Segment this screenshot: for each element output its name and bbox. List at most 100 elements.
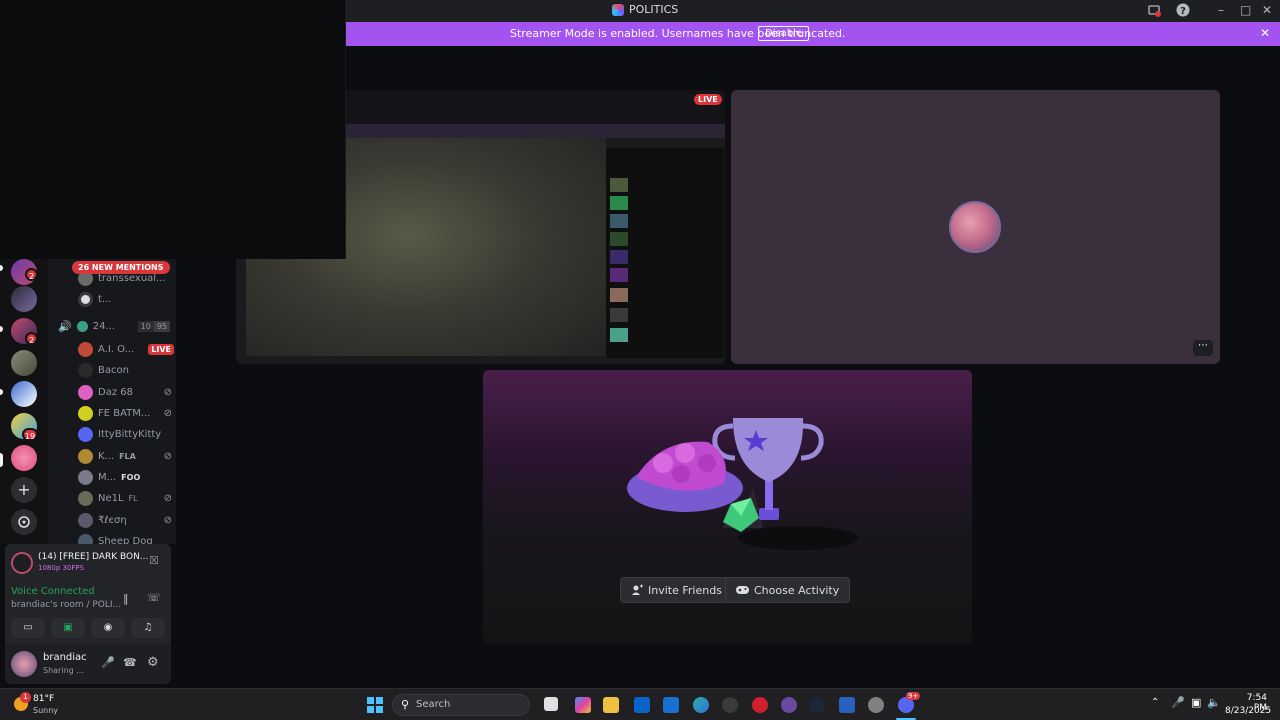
avatar — [78, 469, 93, 485]
voice-member[interactable]: Bacon — [78, 361, 174, 379]
avatar — [78, 291, 93, 307]
activity-button[interactable]: ◉ — [91, 618, 125, 638]
unread-indicator — [0, 326, 3, 332]
weather-temp[interactable]: 81°F — [33, 694, 54, 704]
more-options-icon[interactable]: ⋯ — [1193, 340, 1213, 356]
windows-start-icon[interactable] — [367, 697, 383, 713]
headphones-icon[interactable]: ☎ — [123, 656, 137, 669]
invite-friends-button[interactable]: Invite Friends — [620, 577, 733, 603]
participant-avatar — [949, 201, 1001, 253]
server-badge: 2 — [25, 332, 38, 345]
search-box[interactable]: ⚲ Search — [392, 694, 530, 716]
copilot-icon[interactable] — [575, 697, 591, 713]
avatar — [78, 384, 93, 400]
voice-member[interactable]: M... FOO — [78, 468, 174, 486]
choose-activity-label: Choose Activity — [754, 583, 840, 597]
search-icon: ⚲ — [401, 698, 410, 711]
avatar — [78, 405, 93, 421]
app-icon[interactable] — [781, 697, 797, 713]
minimize-button[interactable]: – — [1218, 3, 1224, 17]
microphone-icon[interactable]: 🎤 — [101, 656, 115, 669]
network-icon[interactable]: ▣ — [1191, 696, 1201, 709]
stream-title[interactable]: (14) [FREE] DARK BON... — [38, 552, 148, 562]
deafened-icon: ⊘ — [163, 386, 172, 398]
avatar — [78, 426, 93, 442]
disconnect-icon[interactable]: ☏ — [147, 591, 161, 604]
avatar — [78, 512, 93, 528]
banner-close-icon[interactable]: ✕ — [1260, 26, 1270, 40]
voice-member[interactable]: ₹ℓєση ⊘ — [78, 511, 174, 529]
voice-channel[interactable]: 🔊 24... 10 95 — [58, 317, 170, 335]
avatar — [78, 533, 93, 544]
gamepad-icon — [736, 586, 749, 594]
deafened-icon: ⊘ — [163, 450, 172, 462]
server-icon[interactable] — [11, 286, 37, 312]
stream-avatar — [11, 552, 33, 574]
discover-icon[interactable] — [11, 509, 37, 535]
maximize-button[interactable]: □ — [1240, 3, 1251, 17]
noise-suppression-icon[interactable]: ‖ — [123, 592, 129, 605]
voice-member[interactable]: K... FLA ⊘ — [78, 447, 174, 465]
window-title: POLITICS — [612, 3, 678, 16]
task-view-icon[interactable] — [544, 697, 558, 711]
volume-icon[interactable]: 🔈 — [1207, 696, 1221, 709]
invite-person-icon — [632, 584, 643, 595]
streamer-mode-banner: Streamer Mode is enabled. Usernames have… — [346, 22, 1280, 46]
voice-member[interactable]: IttyBittyKitty — [78, 425, 174, 443]
voice-connected-label[interactable]: Voice Connected — [11, 586, 95, 597]
camera-off-button[interactable]: ▭ — [11, 618, 45, 638]
screen-share-button[interactable]: ▣ — [51, 618, 85, 638]
user-bar: brandiac Sharing ... 🎤 ☎ ⚙ — [5, 644, 171, 684]
activity-tile: Invite Friends Choose Activity — [483, 370, 972, 644]
close-window-button[interactable]: ✕ — [1262, 3, 1272, 17]
weather-badge: 1 — [20, 692, 31, 703]
soundboard-button[interactable]: ♫ — [131, 618, 165, 638]
svg-text:?: ? — [1180, 6, 1186, 17]
speaker-icon: 🔊 — [58, 319, 72, 333]
voice-member[interactable]: A.I. O... LIVE — [78, 340, 174, 358]
weather-desc: Sunny — [33, 706, 59, 715]
username[interactable]: brandiac — [43, 652, 87, 663]
channel-list: transsexual... 26 NEW MENTIONS t... 🔊 24… — [48, 259, 176, 544]
new-mentions-pill[interactable]: 26 NEW MENTIONS — [72, 261, 170, 274]
help-icon[interactable]: ? — [1176, 3, 1190, 17]
list-item[interactable]: t... — [78, 290, 174, 308]
voice-member[interactable]: FE BATM... ⊘ — [78, 404, 174, 422]
avatar — [78, 490, 93, 506]
server-icon[interactable] — [11, 350, 37, 376]
deafened-icon: ⊘ — [163, 492, 172, 504]
avatar[interactable] — [11, 651, 37, 677]
window-title-text: POLITICS — [629, 3, 679, 16]
privacy-overlay — [0, 0, 346, 259]
file-explorer-icon[interactable] — [603, 697, 619, 713]
edge-icon[interactable] — [693, 697, 709, 713]
add-server-icon[interactable]: + — [11, 477, 37, 503]
user-status: Sharing ... — [43, 666, 84, 675]
outlook-icon[interactable] — [634, 697, 650, 713]
stop-stream-icon[interactable]: ☒ — [149, 554, 159, 567]
voice-member[interactable]: Ne1L FL ⊘ — [78, 489, 174, 507]
participant-tile[interactable]: ⋯ — [731, 90, 1220, 364]
screen-share-icon[interactable] — [1148, 4, 1161, 17]
opera-icon[interactable] — [752, 697, 768, 713]
clock-date[interactable]: 8/23/2025 — [1225, 706, 1271, 716]
choose-activity-button[interactable]: Choose Activity — [725, 577, 851, 603]
live-badge: LIVE — [148, 343, 174, 355]
app-icon[interactable] — [839, 697, 855, 713]
microphone-tray-icon[interactable]: 🎤 — [1171, 696, 1185, 709]
user-limit: 10 95 — [137, 320, 170, 332]
disable-streamer-mode-button[interactable]: Disable — [758, 26, 810, 41]
voice-member[interactable]: Sheep Dog — [78, 532, 174, 544]
settings-icon[interactable] — [868, 697, 884, 713]
settings-gear-icon[interactable]: ⚙ — [147, 655, 159, 670]
github-icon[interactable] — [722, 697, 738, 713]
voice-location[interactable]: brandiac's room / POLI... — [11, 600, 121, 610]
store-icon[interactable] — [663, 697, 679, 713]
server-icon[interactable] — [11, 381, 37, 407]
voice-member[interactable]: Daz 68 ⊘ — [78, 383, 174, 401]
chevron-up-icon[interactable]: ⌃ — [1151, 697, 1159, 708]
deafened-icon: ⊘ — [163, 407, 172, 419]
invite-friends-label: Invite Friends — [648, 583, 722, 597]
steam-icon[interactable] — [809, 697, 825, 713]
server-icon[interactable] — [11, 445, 37, 471]
